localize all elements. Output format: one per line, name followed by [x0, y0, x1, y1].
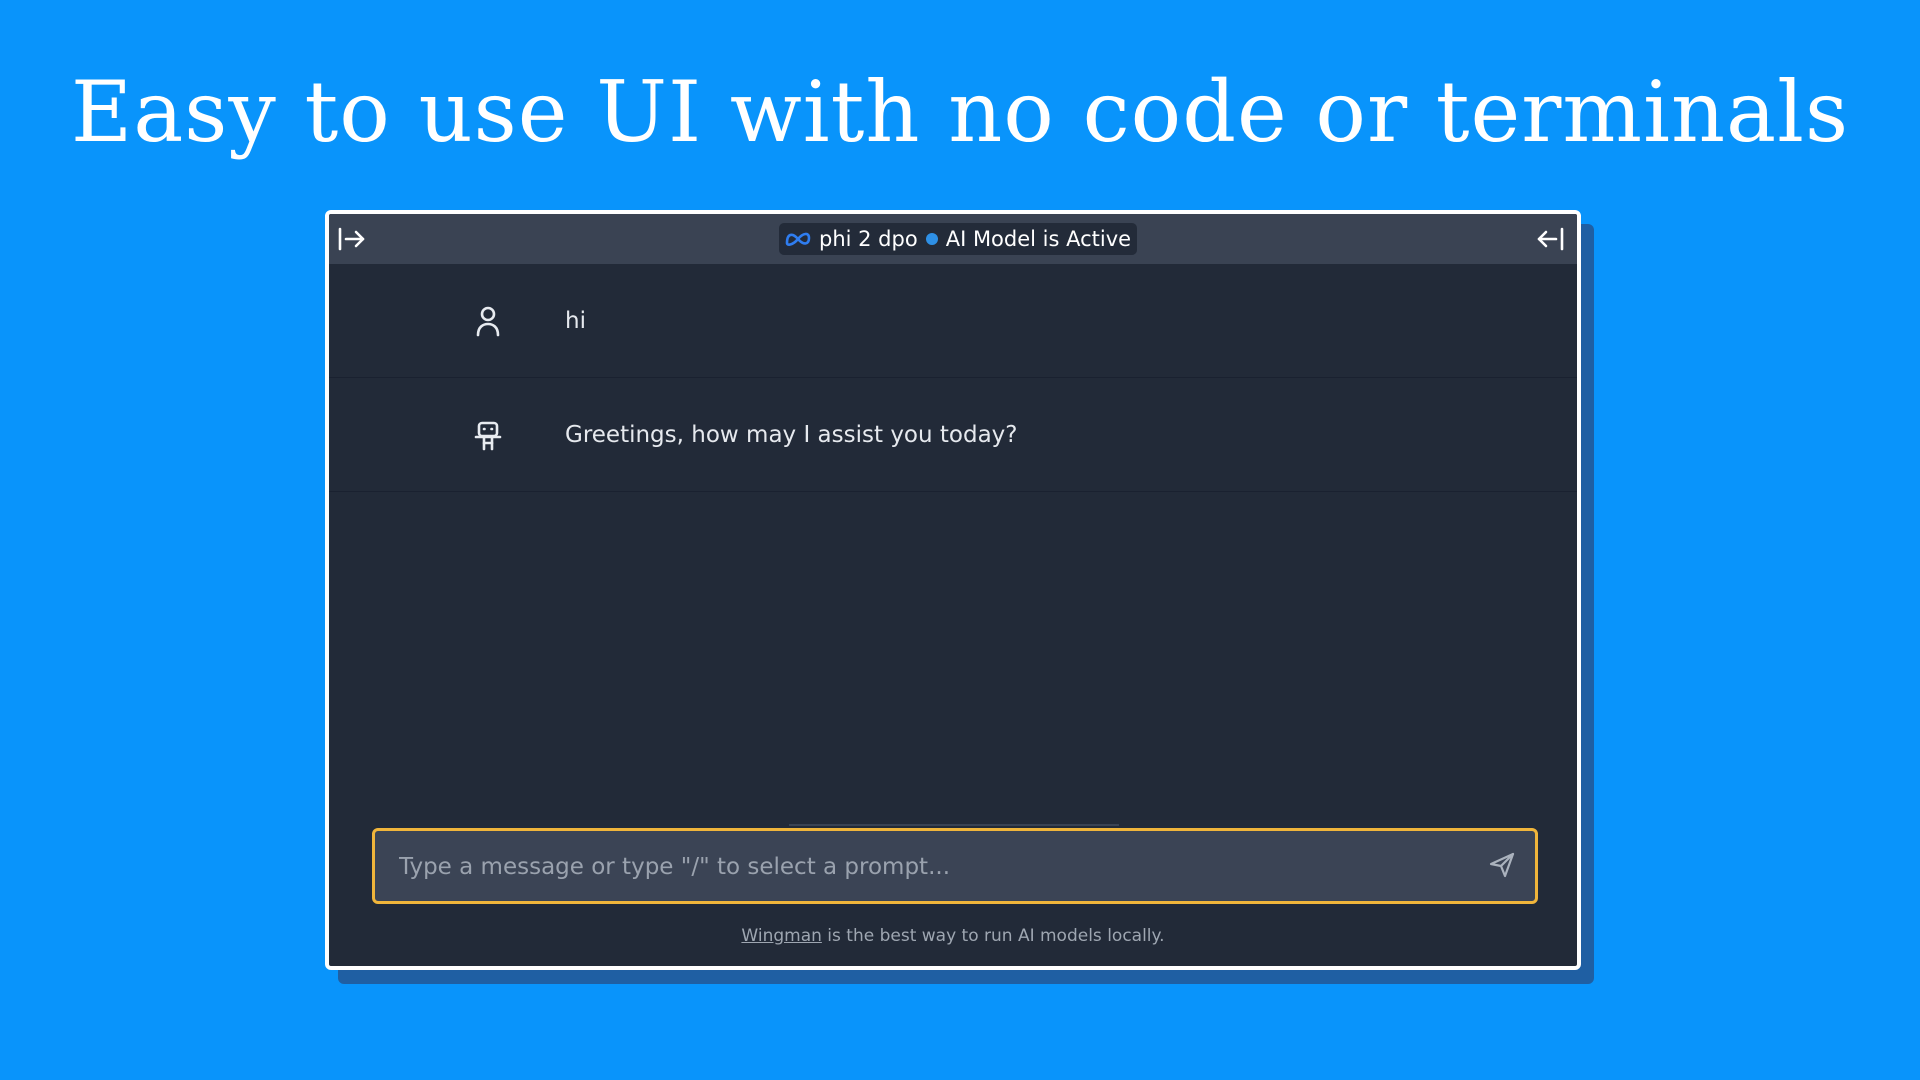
sidebar-expand-icon	[338, 227, 365, 251]
chat-message-user: hi	[329, 264, 1577, 378]
user-icon	[472, 305, 504, 337]
page-headline: Easy to use UI with no code or terminals	[70, 63, 1850, 161]
chat-window: phi 2 dpo AI Model is Active hi Greeting…	[325, 210, 1581, 970]
sidebar-collapse-icon	[1537, 227, 1564, 251]
sidebar-collapse-button[interactable]	[1533, 223, 1567, 255]
status-dot-icon	[925, 233, 938, 245]
message-input[interactable]	[397, 831, 1461, 903]
send-button[interactable]	[1487, 850, 1517, 880]
sidebar-expand-button[interactable]	[335, 223, 369, 255]
robot-icon	[472, 419, 504, 451]
divider	[789, 824, 1119, 826]
model-name: phi 2 dpo	[819, 227, 918, 251]
model-status-text: AI Model is Active	[945, 227, 1132, 251]
message-text: Greetings, how may I assist you today?	[565, 421, 1018, 448]
send-icon	[1489, 852, 1515, 878]
message-composer	[372, 828, 1538, 904]
wingman-link[interactable]: Wingman	[741, 926, 821, 946]
chat-topbar: phi 2 dpo AI Model is Active	[329, 214, 1577, 264]
meta-logo-icon	[785, 230, 811, 248]
chat-message-assistant: Greetings, how may I assist you today?	[329, 378, 1577, 492]
model-status-pill[interactable]: phi 2 dpo AI Model is Active	[779, 223, 1138, 255]
message-text: hi	[565, 307, 586, 334]
footer-note: Wingman is the best way to run AI models…	[329, 926, 1577, 946]
footer-text: is the best way to run AI models locally…	[821, 926, 1165, 946]
